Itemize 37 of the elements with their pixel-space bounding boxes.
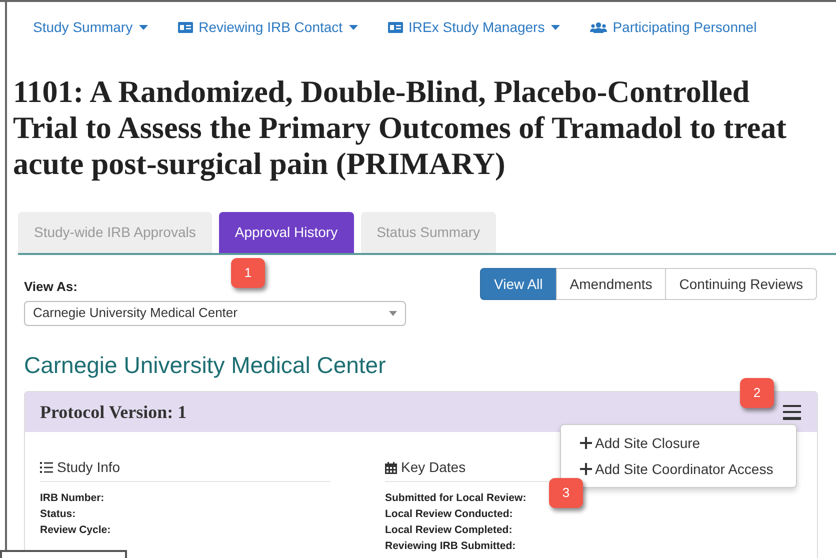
plus-icon <box>580 463 592 475</box>
nav-link[interactable]: Participating Personnel <box>590 17 757 38</box>
section-heading: Study Info <box>57 458 120 477</box>
list-icon <box>40 462 53 473</box>
id-card-icon <box>388 22 403 33</box>
field-label: View As: <box>24 278 78 296</box>
field-label: Submitted for Local Review: <box>385 491 526 506</box>
menu-icon[interactable] <box>783 404 801 420</box>
field-label: Review Cycle: <box>40 523 111 538</box>
field-label: Reviewing IRB Submitted: <box>385 539 516 554</box>
tab[interactable]: Approval History <box>218 212 354 253</box>
plus-icon <box>580 437 592 449</box>
panel-title: Protocol Version: 1 <box>40 400 187 424</box>
tab[interactable]: Status Summary <box>360 212 496 253</box>
study-title: 1101: A Randomized, Double-Blind, Placebo-Controlled Trial to Assess the Primary Outcomes of Tramadol to treat acute post-surgical pain (PRIMARY) <box>13 74 788 182</box>
field-label: Local Review Completed: <box>385 523 512 538</box>
view-as-select[interactable]: Carnegie University Medical Center <box>24 300 406 326</box>
field-label: IRB Number: <box>40 491 104 506</box>
filter-button[interactable]: View All <box>480 268 557 300</box>
nav-link[interactable]: IREx Study Managers <box>388 17 560 38</box>
section-heading: Key Dates <box>401 458 466 477</box>
field-label: Local Review Conducted: <box>385 507 513 522</box>
field-label: Status: <box>40 507 76 522</box>
calendar-icon <box>385 462 397 474</box>
caret-icon <box>389 310 397 316</box>
site-heading: Carnegie University Medical Center <box>24 350 387 380</box>
tab[interactable]: Study-wide IRB Approvals <box>18 212 212 253</box>
users-icon <box>590 22 607 33</box>
filter-button[interactable]: Amendments <box>556 268 666 300</box>
menu-item[interactable]: Add Site Closure <box>561 430 796 456</box>
callout-badge: 2 <box>740 378 774 408</box>
callout-badge: 3 <box>549 478 583 508</box>
filter-button[interactable]: Continuing Reviews <box>665 268 817 300</box>
nav-link[interactable]: Reviewing IRB Contact <box>178 17 358 38</box>
id-card-icon <box>178 22 193 33</box>
nav-link[interactable]: Study Summary <box>33 17 148 38</box>
callout-badge: 1 <box>231 258 265 288</box>
